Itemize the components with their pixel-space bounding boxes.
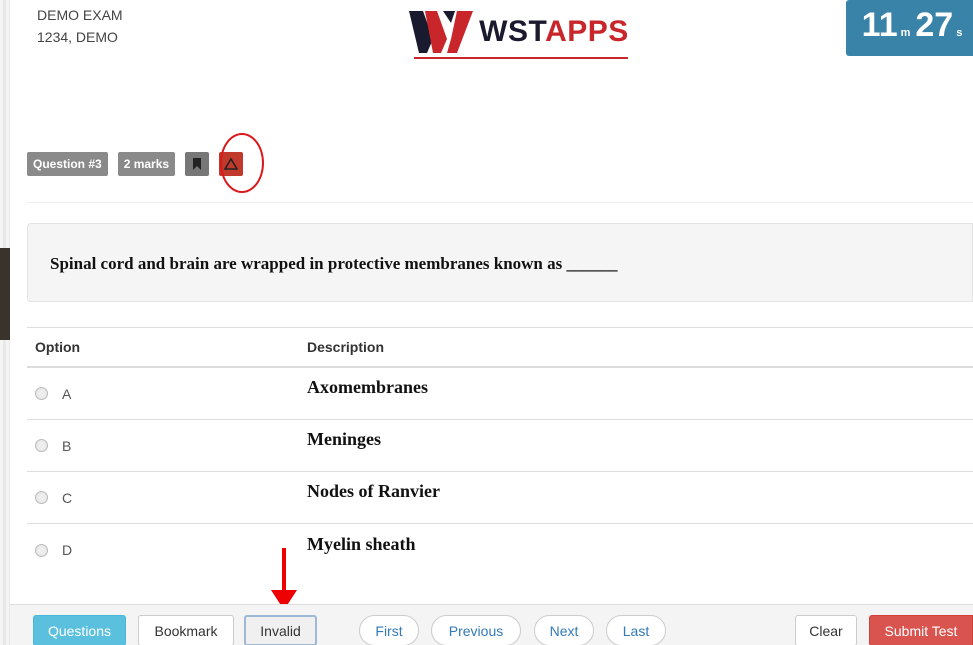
candidate-info: 1234, DEMO	[37, 29, 118, 45]
option-letter: A	[62, 385, 72, 402]
question-box: Spinal cord and brain are wrapped in pro…	[27, 223, 973, 302]
option-cell: D	[27, 542, 307, 558]
option-row-a[interactable]: A Axomembranes	[27, 368, 973, 420]
logo-underline	[414, 57, 628, 59]
exam-page: DEMO EXAM 1234, DEMO WSTAPPS 11 m 27 s Q…	[0, 0, 973, 645]
first-button[interactable]: First	[359, 615, 419, 645]
logo-text-apps: APPS	[545, 15, 629, 48]
option-description: Myelin sheath	[307, 533, 416, 554]
option-letter: B	[62, 437, 72, 454]
wstapps-logo: WSTAPPS	[398, 0, 638, 64]
countdown-timer: 11 m 27 s	[846, 0, 973, 56]
bookmark-button[interactable]: Bookmark	[138, 615, 234, 645]
bookmark-icon	[193, 158, 202, 170]
radio-button-c[interactable]	[35, 491, 48, 504]
options-table: Option Description A Axomembranes B Meni…	[27, 327, 973, 576]
radio-button-a[interactable]	[35, 387, 48, 400]
option-description: Axomembranes	[307, 377, 428, 397]
timer-minutes: 11	[861, 6, 898, 44]
question-number-badge: Question #3	[27, 152, 108, 176]
header: DEMO EXAM 1234, DEMO WSTAPPS 11 m 27 s	[10, 0, 973, 64]
option-description: Meninges	[307, 429, 381, 449]
option-row-c[interactable]: C Nodes of Ranvier	[27, 472, 973, 524]
option-cell: C	[27, 490, 307, 506]
option-row-d[interactable]: D Myelin sheath	[27, 524, 973, 576]
options-header-row: Option Description	[27, 327, 973, 368]
radio-button-b[interactable]	[35, 439, 48, 452]
questions-button[interactable]: Questions	[33, 615, 126, 645]
logo-text: WSTAPPS	[479, 15, 629, 49]
question-text: Spinal cord and brain are wrapped in pro…	[50, 254, 618, 273]
previous-button[interactable]: Previous	[431, 615, 521, 645]
option-description: Nodes of Ranvier	[307, 481, 440, 501]
option-letter: C	[62, 489, 73, 506]
description-column-header: Description	[307, 339, 385, 355]
footer-toolbar: Questions Bookmark Invalid First Previou…	[10, 604, 973, 645]
invalid-button[interactable]: Invalid	[244, 615, 317, 645]
radio-button-d[interactable]	[35, 543, 48, 557]
divider	[27, 202, 973, 203]
timer-minutes-unit: m	[900, 27, 911, 39]
left-dark-strip	[0, 248, 10, 340]
annotation-circle	[220, 133, 264, 193]
option-cell: A	[27, 386, 307, 402]
clear-button[interactable]: Clear	[795, 615, 857, 645]
marks-badge: 2 marks	[117, 152, 176, 176]
bookmark-flag-button[interactable]	[185, 152, 210, 176]
logo-text-ws: WST	[479, 15, 546, 48]
last-button[interactable]: Last	[606, 615, 666, 645]
timer-seconds-unit: s	[956, 27, 963, 39]
w-logo-icon	[409, 11, 474, 53]
timer-seconds: 27	[915, 6, 954, 44]
option-column-header: Option	[35, 339, 81, 355]
option-letter: D	[62, 542, 73, 558]
option-cell: B	[27, 438, 307, 454]
next-button[interactable]: Next	[534, 615, 594, 645]
submit-test-button[interactable]: Submit Test	[869, 615, 973, 645]
option-row-b[interactable]: B Meninges	[27, 420, 973, 472]
exam-title: DEMO EXAM	[37, 7, 123, 23]
